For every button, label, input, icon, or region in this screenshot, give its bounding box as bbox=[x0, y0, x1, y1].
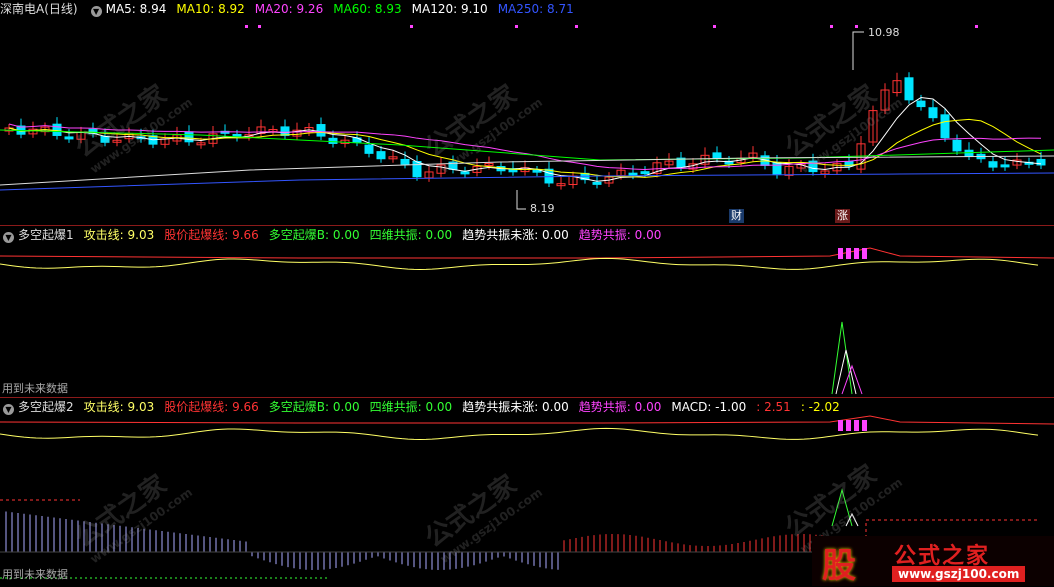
limit-up-tag[interactable]: 涨 bbox=[835, 209, 850, 223]
legend-value: 趋势共振: 0.00 bbox=[578, 228, 662, 242]
indicator2-title[interactable]: 多空起爆2 bbox=[18, 400, 74, 414]
candle-body bbox=[328, 137, 338, 144]
breakout-spike bbox=[831, 321, 853, 395]
legend-value: 趋势共振未涨: 0.00 bbox=[462, 400, 569, 414]
future-data-note: 用到未来数据 bbox=[2, 568, 68, 581]
candle-body bbox=[400, 158, 410, 165]
legend-value: 股价起爆线: 9.66 bbox=[164, 228, 259, 242]
signal-dot bbox=[975, 25, 978, 28]
indicator1-header: ▼ 多空起爆1 攻击线: 9.03 股价起爆线: 9.66 多空起爆B: 0.00 四维共… bbox=[0, 226, 671, 244]
attack-line bbox=[0, 257, 1039, 270]
indicator1-chart[interactable] bbox=[0, 226, 1054, 397]
legend-value: : -2.02 bbox=[800, 400, 840, 414]
site-logo[interactable]: 股 公式之家 www.gszj100.com bbox=[812, 536, 1054, 586]
signal-dot bbox=[830, 25, 833, 28]
legend-value: MA250: 8.71 bbox=[497, 2, 574, 16]
resonance-bar bbox=[846, 248, 851, 259]
chevron-down-icon[interactable]: ▼ bbox=[90, 6, 102, 17]
ma120-line bbox=[0, 155, 1054, 186]
candle-body bbox=[544, 168, 554, 184]
ignition-line bbox=[0, 247, 1054, 259]
low-pointer bbox=[516, 190, 526, 210]
legend-value: MA20: 9.26 bbox=[254, 2, 324, 16]
legend-value: 趋势共振未涨: 0.00 bbox=[462, 228, 569, 242]
indicator1-title[interactable]: 多空起爆1 bbox=[18, 228, 74, 242]
indicator2-values: 攻击线: 9.03 股价起爆线: 9.66 多空起爆B: 0.00 四维共振: 0.0… bbox=[84, 400, 850, 414]
legend-value: MACD: -1.00 bbox=[671, 400, 747, 414]
candle-body bbox=[928, 107, 938, 119]
resonance-bar bbox=[862, 248, 867, 259]
chart-period: (日线) bbox=[44, 2, 78, 16]
candle-body bbox=[640, 171, 650, 175]
signal-dot bbox=[245, 25, 248, 28]
indicator-panel-1[interactable]: ▼ 多空起爆1 攻击线: 9.03 股价起爆线: 9.66 多空起爆B: 0.00 四维共… bbox=[0, 226, 1054, 397]
indicator1-values: 攻击线: 9.03 股价起爆线: 9.66 多空起爆B: 0.00 四维共振: 0.0… bbox=[84, 228, 672, 242]
candle-body bbox=[904, 77, 914, 101]
signal-dot bbox=[410, 25, 413, 28]
candle-body bbox=[364, 144, 374, 154]
candle-body bbox=[628, 172, 638, 176]
signal-dot bbox=[575, 25, 578, 28]
legend-value: 四维共振: 0.00 bbox=[369, 228, 453, 242]
low-price-label: 8.19 bbox=[530, 202, 555, 215]
candle-body bbox=[592, 181, 602, 185]
candle-body bbox=[940, 114, 950, 139]
breakout-spike bbox=[841, 364, 863, 395]
resonance-bar bbox=[846, 420, 851, 431]
candle-body bbox=[952, 139, 962, 152]
legend-value: 多空起爆B: 0.00 bbox=[268, 228, 360, 242]
candle-body bbox=[280, 126, 290, 136]
indicator2-header: ▼ 多空起爆2 攻击线: 9.03 股价起爆线: 9.66 多空起爆B: 0.00 四维共… bbox=[0, 398, 850, 416]
candle-body bbox=[1000, 164, 1010, 168]
candle-body bbox=[460, 171, 470, 175]
legend-value: 股价起爆线: 9.66 bbox=[164, 400, 259, 414]
ma60-line bbox=[0, 129, 1054, 161]
logo-url: www.gszj100.com bbox=[892, 566, 1026, 582]
chevron-down-icon[interactable]: ▼ bbox=[3, 232, 14, 243]
legend-value: MA10: 8.92 bbox=[176, 2, 245, 16]
logo-glyph: 股 bbox=[822, 546, 856, 586]
attack-line bbox=[0, 427, 1039, 440]
stock-name[interactable]: 深南电A bbox=[0, 2, 44, 16]
signal-dot bbox=[258, 25, 261, 28]
legend-value: MA120: 9.10 bbox=[411, 2, 488, 16]
candle-body bbox=[184, 131, 194, 143]
candle-body bbox=[988, 161, 998, 168]
chevron-down-icon[interactable]: ▼ bbox=[3, 404, 14, 415]
legend-value: 趋势共振: 0.00 bbox=[578, 400, 662, 414]
legend-value: MA5: 8.94 bbox=[105, 2, 167, 16]
signal-dot bbox=[515, 25, 518, 28]
resonance-bar bbox=[854, 248, 859, 259]
candle-body bbox=[52, 123, 62, 136]
high-price-label: 10.98 bbox=[868, 26, 900, 39]
candle-body bbox=[772, 162, 782, 176]
candle-body bbox=[376, 151, 386, 160]
legend-value: 四维共振: 0.00 bbox=[369, 400, 453, 414]
signal-dot bbox=[855, 25, 858, 28]
high-pointer bbox=[852, 31, 864, 70]
resonance-bar bbox=[838, 248, 843, 259]
legend-value: MA60: 8.93 bbox=[333, 2, 402, 16]
future-data-note: 用到未来数据 bbox=[2, 382, 68, 395]
breakout-spike bbox=[835, 349, 857, 395]
signal-dot bbox=[713, 25, 716, 28]
resonance-bar bbox=[862, 420, 867, 431]
ignition-line bbox=[0, 415, 1054, 425]
candle-body bbox=[712, 152, 722, 159]
legend-value: 多空起爆B: 0.00 bbox=[268, 400, 360, 414]
resonance-bar bbox=[838, 420, 843, 431]
candle-body bbox=[916, 100, 926, 108]
finance-tag[interactable]: 财 bbox=[729, 209, 744, 223]
resonance-bar bbox=[854, 420, 859, 431]
legend-value: : 2.51 bbox=[756, 400, 791, 414]
candle-body bbox=[316, 124, 326, 137]
legend-value: 攻击线: 9.03 bbox=[83, 400, 155, 414]
candle-body bbox=[412, 161, 422, 178]
ma-legend: MA5: 8.94 MA10: 8.92 MA20: 9.26 MA60: 8.93 M… bbox=[106, 2, 584, 16]
kline-header: 深南电A(日线) ▼ MA5: 8.94 MA10: 8.92 MA20: 9.26 MA… bbox=[0, 0, 584, 18]
legend-value: 攻击线: 9.03 bbox=[83, 228, 155, 242]
